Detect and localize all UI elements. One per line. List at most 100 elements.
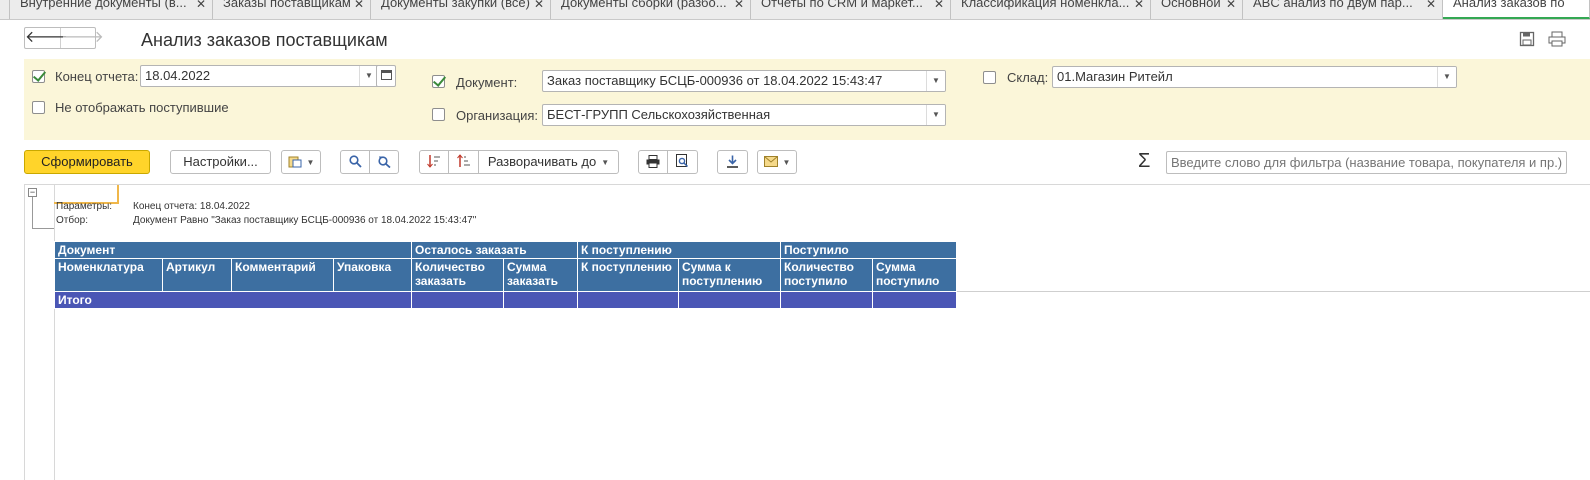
column-header-comment: Комментарий xyxy=(232,259,334,292)
tab-crm-reports[interactable]: Отчеты по CRM и маркет...✕ xyxy=(751,0,951,19)
close-icon[interactable]: ✕ xyxy=(354,0,364,11)
print-preview-icon xyxy=(676,154,689,169)
end-date-checkbox[interactable] xyxy=(32,70,45,83)
sum-icon[interactable]: Σ xyxy=(1138,150,1150,173)
table-group-header-row: Документ Осталось заказать К поступлению… xyxy=(55,242,957,259)
tab-partial-left[interactable]: ✕ xyxy=(0,0,10,19)
chevron-down-icon: ▼ xyxy=(601,158,609,167)
close-icon[interactable]: ✕ xyxy=(196,0,206,11)
page-title: Анализ заказов поставщикам xyxy=(141,30,388,51)
table-header-row: Номенклатура Артикул Комментарий Упаковк… xyxy=(55,259,957,292)
document-label: Документ: xyxy=(456,75,517,90)
report-table: Документ Осталось заказать К поступлению… xyxy=(54,241,957,309)
close-icon[interactable]: ✕ xyxy=(1426,0,1436,11)
total-cell xyxy=(679,292,781,309)
chevron-down-icon[interactable]: ▼ xyxy=(926,71,945,91)
search-icon xyxy=(349,154,362,169)
tab-order-analysis[interactable]: Анализ заказов по xyxy=(1443,0,1590,19)
group-header-remaining: Осталось заказать xyxy=(412,242,578,259)
sort-desc-button[interactable] xyxy=(419,150,449,174)
print-button[interactable] xyxy=(638,150,668,174)
send-mail-button[interactable]: ▼ xyxy=(757,150,797,174)
print-icon xyxy=(646,154,660,169)
chevron-down-icon: ▼ xyxy=(783,158,791,167)
chevron-down-icon[interactable]: ▼ xyxy=(1437,67,1456,87)
column-header-qty-order: Количество заказать xyxy=(412,259,504,292)
end-date-label: Конец отчета: xyxy=(55,69,138,84)
sort-asc-button[interactable] xyxy=(448,150,479,174)
column-header-sum-order: Сумма заказать xyxy=(504,259,578,292)
tab-supplier-orders[interactable]: Заказы поставщикам✕ xyxy=(213,0,371,19)
organization-checkbox[interactable] xyxy=(432,108,445,121)
download-button[interactable] xyxy=(717,150,748,174)
filter-value: Документ Равно "Заказ поставщику БСЦБ-00… xyxy=(133,215,476,226)
params-caption: Параметры: xyxy=(56,201,112,212)
group-header-to-receive: К поступлению xyxy=(578,242,781,259)
tab-main[interactable]: Основной✕ xyxy=(1151,0,1243,19)
group-header-document: Документ xyxy=(55,242,412,259)
tree-line xyxy=(32,197,33,229)
forward-arrow-icon[interactable]: 🡒 xyxy=(61,28,96,48)
column-header-package: Упаковка xyxy=(334,259,412,292)
tab-internal-docs[interactable]: Внутренние документы (в...✕ xyxy=(10,0,213,19)
generate-button[interactable]: Сформировать xyxy=(24,150,150,174)
parameters-panel: Конец отчета: 18.04.2022 ▼ Не отображать… xyxy=(24,59,1590,140)
close-icon[interactable]: ✕ xyxy=(1226,0,1236,11)
find-next-button[interactable] xyxy=(369,150,399,174)
column-header-qty-received: Количество поступило xyxy=(781,259,873,292)
organization-field[interactable]: БЕСТ-ГРУПП Сельскохозяйственная ▼ xyxy=(542,104,946,126)
sort-ascending-icon xyxy=(457,154,471,169)
params-value: Конец отчета: 18.04.2022 xyxy=(133,201,250,212)
total-cell xyxy=(873,292,957,309)
total-cell xyxy=(504,292,578,309)
total-cell xyxy=(578,292,679,309)
back-arrow-icon[interactable]: 🡐 xyxy=(25,28,61,48)
close-icon[interactable]: ✕ xyxy=(1134,0,1144,11)
variant-button[interactable]: ▼ xyxy=(281,150,321,174)
calendar-icon[interactable] xyxy=(376,65,396,87)
tab-abc-analysis[interactable]: ABC анализ по двум пар...✕ xyxy=(1243,0,1443,19)
report-variant-icon xyxy=(288,154,302,169)
warehouse-checkbox[interactable] xyxy=(983,71,996,84)
hide-received-label: Не отображать поступившие xyxy=(55,100,229,115)
tab-bar: ✕ Внутренние документы (в...✕ Заказы пос… xyxy=(0,0,1590,20)
column-header-sum-received: Сумма поступило xyxy=(873,259,957,292)
tree-line xyxy=(32,228,54,229)
print-icon[interactable] xyxy=(1548,31,1566,50)
total-label: Итого xyxy=(55,292,412,309)
preview-button[interactable] xyxy=(667,150,698,174)
end-date-field[interactable]: 18.04.2022 ▼ xyxy=(140,65,379,87)
organization-label: Организация: xyxy=(456,108,538,123)
download-icon xyxy=(726,154,739,169)
close-icon[interactable]: ✕ xyxy=(734,0,744,11)
document-checkbox[interactable] xyxy=(432,75,445,88)
warehouse-field[interactable]: 01.Магазин Ритейл ▼ xyxy=(1052,66,1457,88)
filter-caption: Отбор: xyxy=(56,215,88,226)
total-cell xyxy=(781,292,873,309)
group-header-received: Поступило xyxy=(781,242,957,259)
expand-to-button[interactable]: Разворачивать до▼ xyxy=(478,150,619,174)
close-icon[interactable]: ✕ xyxy=(934,0,944,11)
envelope-icon xyxy=(764,154,778,169)
close-icon[interactable]: ✕ xyxy=(534,0,544,11)
settings-button[interactable]: Настройки... xyxy=(170,150,271,174)
document-field[interactable]: Заказ поставщику БСЦБ-000936 от 18.04.20… xyxy=(542,70,946,92)
tab-assembly-docs[interactable]: Документы сборки (разбо...✕ xyxy=(551,0,751,19)
grid-line xyxy=(54,185,55,480)
chevron-down-icon: ▼ xyxy=(307,158,315,167)
navigation-buttons: 🡐 🡒 xyxy=(24,27,96,49)
chevron-down-icon[interactable]: ▼ xyxy=(926,105,945,125)
total-cell xyxy=(412,292,504,309)
tab-nomenclature-class[interactable]: Классификация номенкла...✕ xyxy=(951,0,1151,19)
warehouse-label: Склад: xyxy=(1007,70,1048,85)
sort-descending-icon xyxy=(427,154,441,169)
hide-received-checkbox[interactable] xyxy=(32,101,45,114)
filter-search-input[interactable] xyxy=(1166,151,1567,174)
tab-purchase-docs[interactable]: Документы закупки (все)✕ xyxy=(371,0,551,19)
column-header-article: Артикул xyxy=(163,259,232,292)
find-button[interactable] xyxy=(340,150,370,174)
column-header-to-receive: К поступлению xyxy=(578,259,679,292)
total-row: Итого xyxy=(55,292,957,309)
save-icon[interactable] xyxy=(1519,31,1535,50)
collapse-group-icon[interactable]: − xyxy=(28,188,37,197)
